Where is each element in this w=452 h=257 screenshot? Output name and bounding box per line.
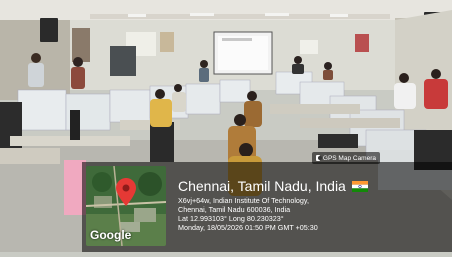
address-line-1: X6vj+64w, Indian Institute Of Technology… bbox=[178, 196, 309, 205]
camera-icon bbox=[316, 155, 322, 161]
coordinates: Lat 12.993103° Long 80.230323° bbox=[178, 214, 284, 223]
india-flag-icon bbox=[351, 180, 368, 192]
timestamp: Monday, 18/05/2026 01:50 PM GMT +05:30 bbox=[178, 223, 318, 232]
address-line-2: Chennai, Tamil Nadu 600036, India bbox=[178, 205, 291, 214]
map-thumbnail: Google bbox=[86, 166, 166, 246]
location-info: Chennai, Tamil Nadu, India X6vj+64w, Ind… bbox=[178, 176, 446, 232]
place-title: Chennai, Tamil Nadu, India bbox=[178, 178, 346, 194]
google-logo: Google bbox=[90, 228, 132, 242]
location-pin-icon bbox=[116, 178, 136, 206]
app-badge-label: GPS Map Camera bbox=[322, 154, 376, 162]
